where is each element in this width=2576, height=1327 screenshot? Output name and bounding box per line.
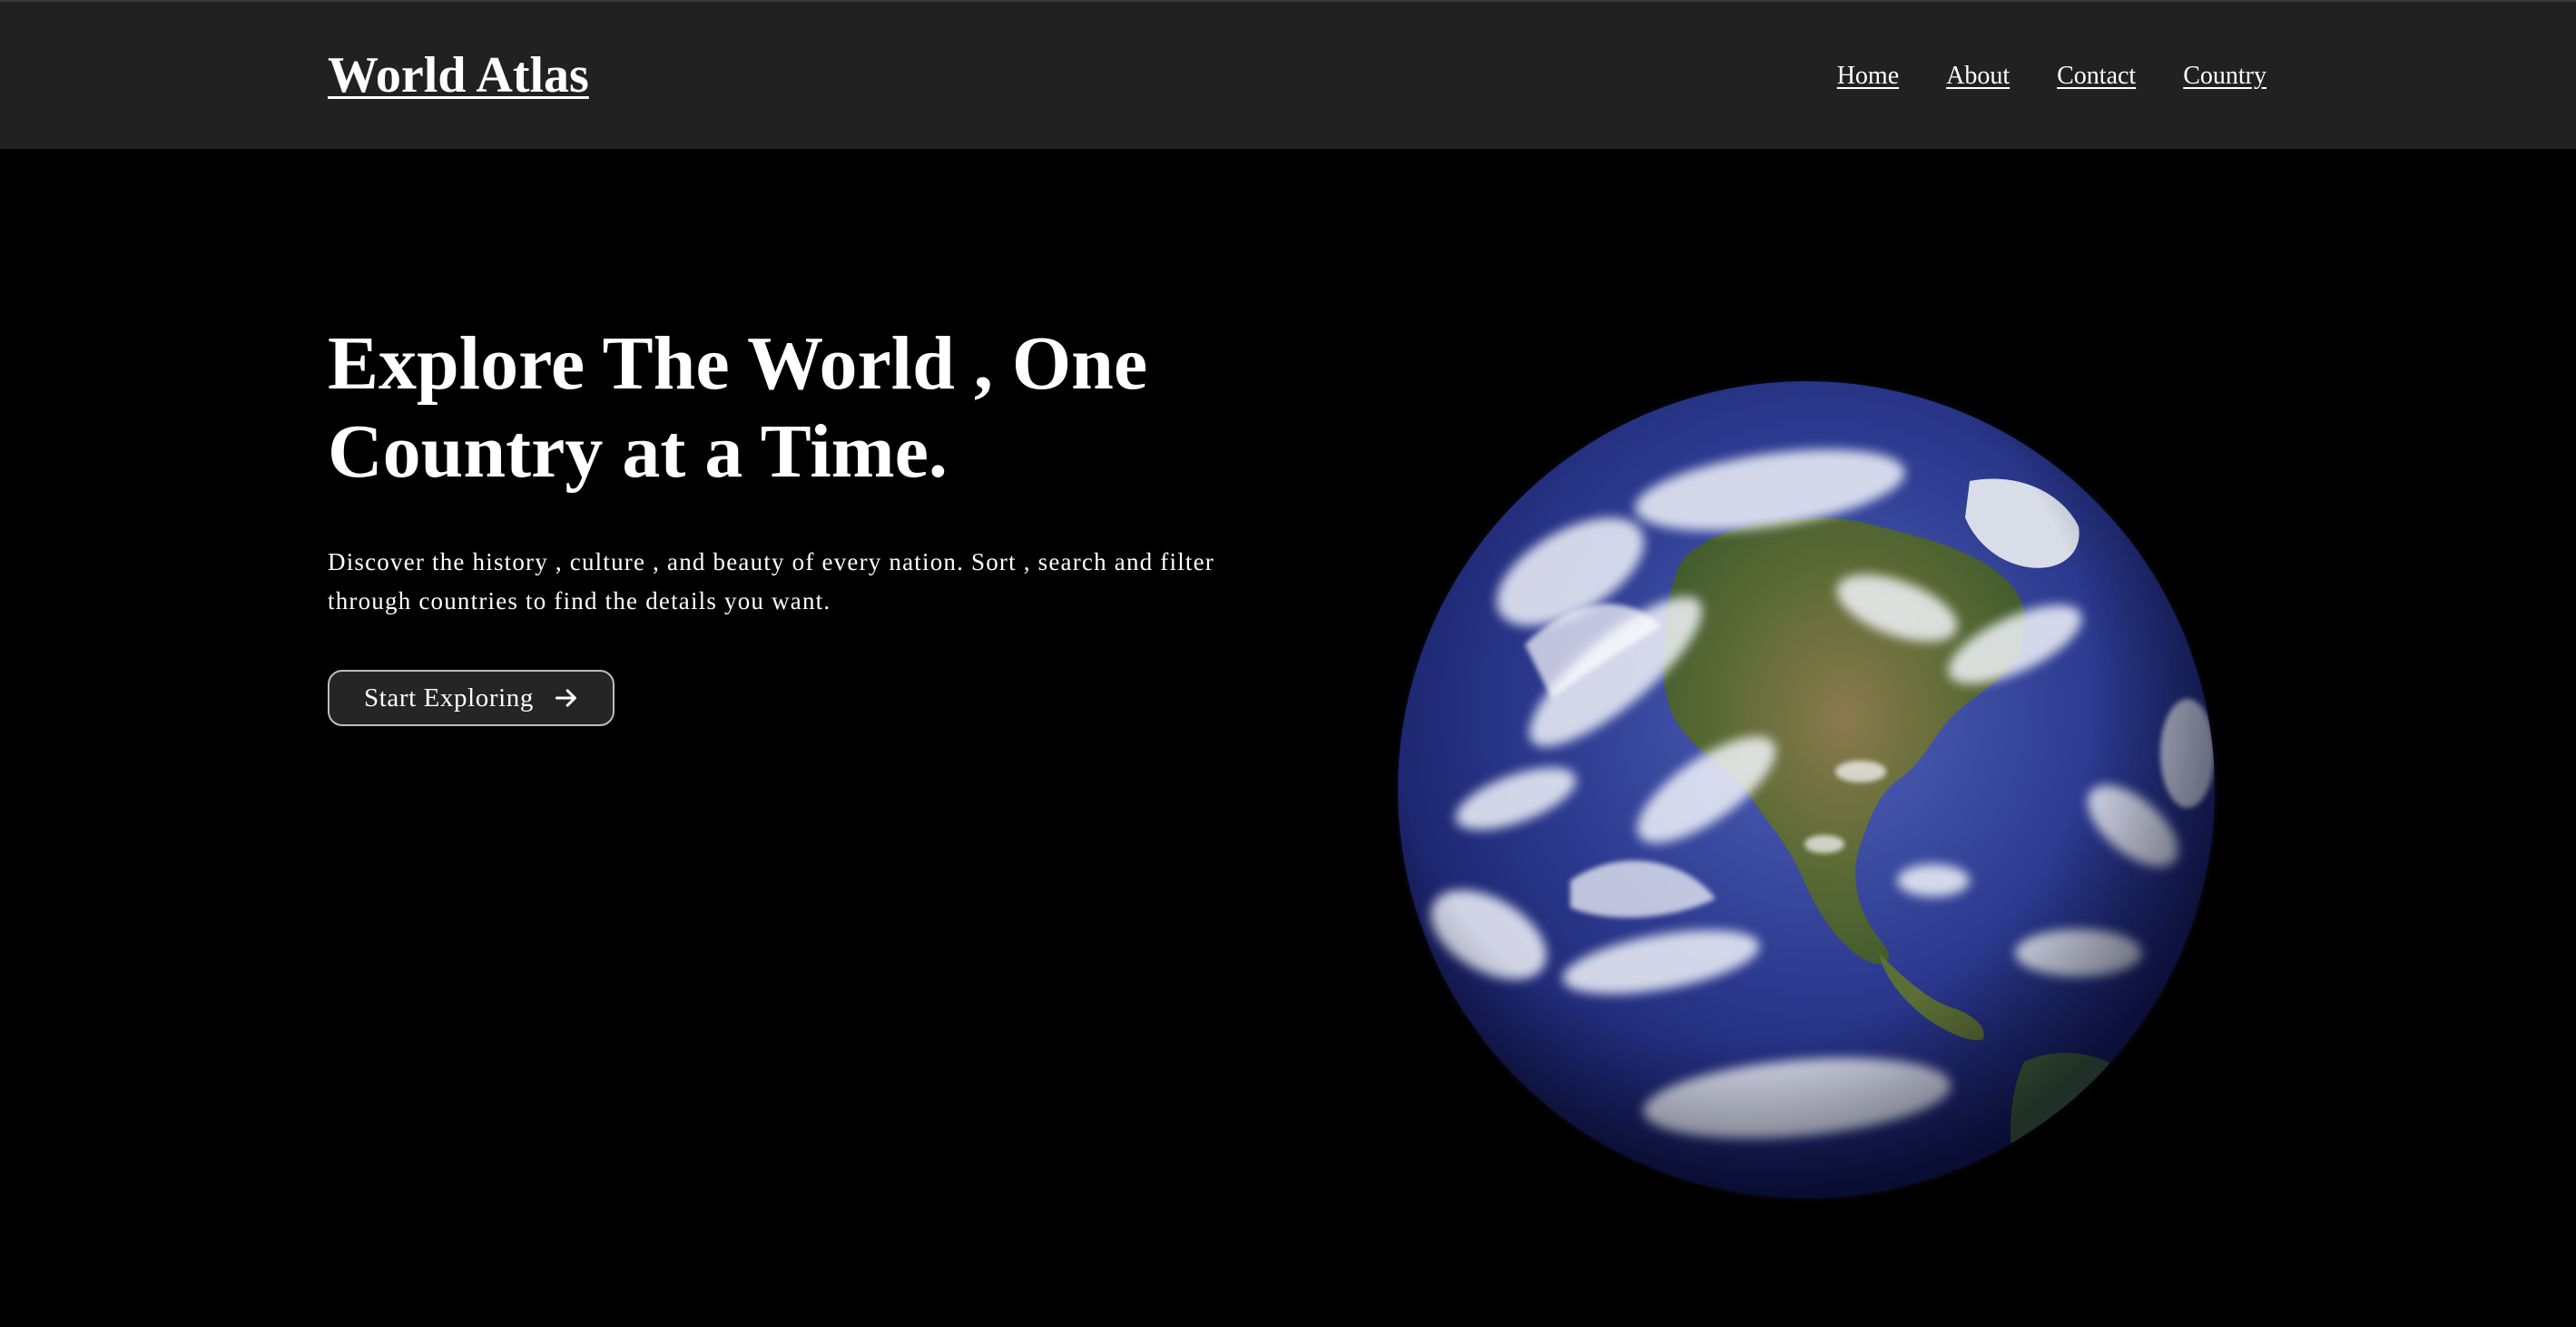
- start-exploring-label: Start Exploring: [364, 683, 535, 713]
- main-nav: Home About Contact Country: [1837, 58, 2266, 94]
- nav-link-country[interactable]: Country: [2183, 58, 2266, 94]
- site-logo[interactable]: World Atlas: [328, 44, 589, 107]
- earth-globe-image: [1389, 372, 2224, 1207]
- hero-title: Explore The World , One Country at a Tim…: [328, 321, 1148, 494]
- nav-link-contact[interactable]: Contact: [2057, 58, 2136, 94]
- nav-link-home[interactable]: Home: [1837, 58, 1899, 94]
- start-exploring-button[interactable]: Start Exploring: [328, 670, 615, 726]
- nav-link-about[interactable]: About: [1946, 58, 2010, 94]
- arrow-right-icon: [555, 689, 576, 707]
- hero-description: Discover the history , culture , and bea…: [328, 548, 1214, 614]
- site-header: World Atlas Home About Contact Country: [0, 0, 2576, 149]
